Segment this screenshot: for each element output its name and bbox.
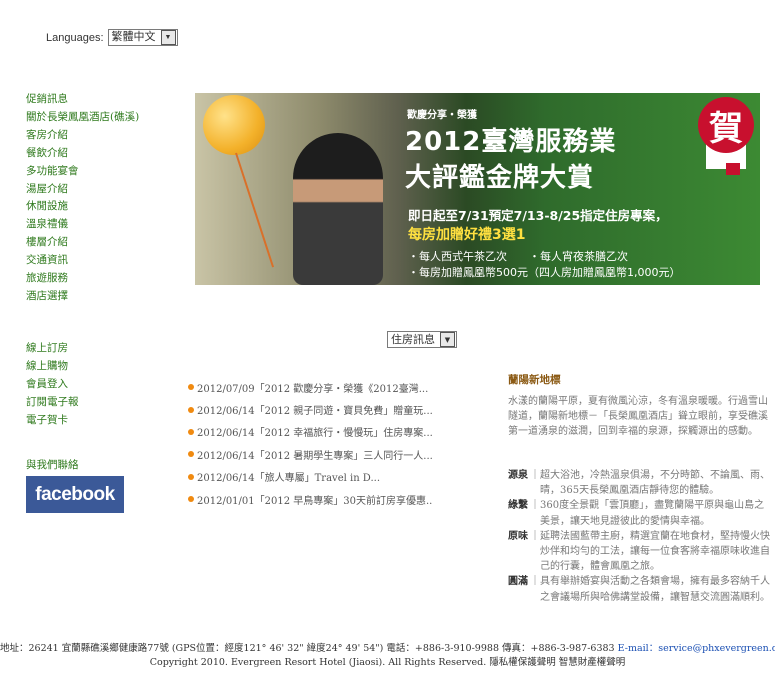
list-item[interactable]: 2012/07/09「2012 歡慶分享・榮獲《2012臺灣...: [188, 376, 433, 398]
feature-item: 圓滿｜具有舉辦婚宴與活動之各類會場，擁有最多容納千人之會議場所與哈佛講堂設備，讓…: [508, 574, 770, 604]
footer-address-text: 地址：26241 宜蘭縣礁溪鄉健康路77號 (GPS位置：經度121° 46' …: [0, 643, 615, 654]
feature-text: 超大浴池，冷熱溫泉俱湯，不分時節、不論風、雨、晴，365天長榮鳳凰酒店靜待您的體…: [540, 470, 770, 497]
bullet-icon: [188, 428, 194, 435]
banner-promo-line2: 每房加贈好禮3選1: [408, 227, 526, 243]
banner-title-line2: 大評鑑金牌大賞: [405, 163, 595, 193]
feature-item: 原味｜延聘法國藍帶主廚，精選宜蘭在地食材，堅持慢火快炒伴和均勻的工法，讓每一位食…: [508, 529, 770, 575]
chevron-down-icon[interactable]: ▼: [160, 30, 176, 45]
nav-item-online-booking[interactable]: 線上訂房: [26, 340, 79, 358]
badge-ribbon-tip: [726, 163, 740, 175]
feature-text: 具有舉辦婚宴與活動之各類會場，擁有最多容納千人之會議場所與哈佛講堂設備，讓智慧交…: [540, 576, 770, 603]
nav-item-transportation[interactable]: 交通資訊: [26, 252, 146, 270]
nav-item-hotel-selection[interactable]: 酒店選擇: [26, 288, 146, 306]
news-category: 住房訊息 ▼: [387, 328, 457, 348]
banner-bullet-line2: ・每房加贈鳳凰幣500元（四人房加贈鳳凰幣1,000元）: [408, 266, 681, 279]
facebook-logo-button[interactable]: facebook: [26, 476, 124, 513]
list-item[interactable]: 2012/01/01「2012 早鳥專案」30天前訂房享優惠...: [188, 488, 433, 510]
landmark-intro: 水漾的蘭陽平原，夏有微風沁涼，冬有溫泉暖暖。行過雪山隧道，蘭陽新地標－「長榮鳳凰…: [508, 396, 768, 438]
nav-item-rooms[interactable]: 客房介紹: [26, 127, 146, 145]
banner-title-line1: 2012臺灣服務業: [405, 127, 617, 157]
news-item-text[interactable]: 2012/01/01「2012 早鳥專案」30天前訂房享優惠...: [197, 492, 433, 507]
contact-us-link[interactable]: 與我們聯絡: [26, 457, 79, 472]
balloon-string: [235, 152, 275, 268]
language-selector: Languages: 繁體中文 ▼: [46, 29, 178, 46]
list-item[interactable]: 2012/06/14「2012 親子同遊・寶貝免費」贈童玩...: [188, 398, 433, 420]
news-item-text[interactable]: 2012/06/14「2012 幸福旅行・慢慢玩」住房專案...: [197, 424, 433, 439]
banner-promo-line1: 即日起至7/31預定7/13-8/25指定住房專案，: [408, 208, 668, 223]
feature-key: 圓滿: [508, 576, 528, 588]
list-item[interactable]: 2012/06/14「旅人專屬」Travel in D...: [188, 466, 433, 488]
feature-text: 360度全景觀「雲頂廳」，盡覽蘭陽平原與龜山島之美景，讓天地見證彼此的愛情與幸福…: [540, 500, 765, 527]
main-nav: 促銷訊息 關於長榮鳳凰酒店(礁溪) 客房介紹 餐飲介紹 多功能宴會 湯屋介紹 休…: [26, 91, 146, 306]
news-item-text[interactable]: 2012/06/14「旅人專屬」Travel in D...: [197, 469, 380, 484]
chevron-down-icon[interactable]: ▼: [440, 332, 455, 347]
feature-key: 源泉: [508, 470, 528, 481]
language-select-value: 繁體中文: [111, 31, 156, 43]
nav-item-dining[interactable]: 餐飲介紹: [26, 145, 146, 163]
footer-email-link[interactable]: service@phxevergreen.com.tw: [658, 643, 775, 654]
footer-email-label: E-mail：: [617, 643, 659, 654]
nav-item-travel-services[interactable]: 旅遊服務: [26, 270, 146, 288]
news-item-text[interactable]: 2012/06/14「2012 親子同遊・寶貝免費」贈童玩...: [197, 402, 433, 417]
news-list: 2012/07/09「2012 歡慶分享・榮獲《2012臺灣... 2012/0…: [188, 376, 433, 510]
banner-subtitle: 歡慶分享・榮獲: [407, 110, 477, 121]
promo-banner[interactable]: 歡慶分享・榮獲 2012臺灣服務業 大評鑑金牌大賞 即日起至7/31預定7/13…: [195, 93, 760, 285]
bullet-icon: [188, 473, 194, 480]
list-item[interactable]: 2012/06/14「2012 暑期學生專案」三人同行一人...: [188, 443, 433, 465]
languages-label: Languages:: [46, 31, 104, 44]
nav-item-hot-spring-etiquette[interactable]: 溫泉禮儀: [26, 216, 146, 234]
footer-copyright: Copyright 2010. Evergreen Resort Hotel (…: [149, 657, 626, 668]
feature-text: 延聘法國藍帶主廚，精選宜蘭在地食材，堅持慢火快炒伴和均勻的工法，讓每一位食客將幸…: [540, 530, 770, 573]
nav-item-ecard[interactable]: 電子賀卡: [26, 412, 79, 430]
news-item-text[interactable]: 2012/07/09「2012 歡慶分享・榮獲《2012臺灣...: [197, 380, 428, 395]
footer-address: 地址：26241 宜蘭縣礁溪鄉健康路77號 (GPS位置：經度121° 46' …: [0, 640, 775, 654]
feature-sep: ｜: [530, 576, 540, 588]
feature-item: 綠繫｜ 360度全景觀「雲頂廳」，盡覽蘭陽平原與龜山島之美景，讓天地見證彼此的愛情…: [508, 498, 770, 528]
nav-item-promotions[interactable]: 促銷訊息: [26, 91, 146, 109]
feature-item: 源泉｜超大浴池，冷熱溫泉俱湯，不分時節、不論風、雨、晴，365天長榮鳳凰酒店靜待…: [508, 468, 770, 498]
secondary-nav: 線上訂房 線上購物 會員登入 訂閱電子報 電子賀卡: [26, 340, 79, 430]
banner-person-image: [293, 133, 383, 285]
feature-sep: ｜: [530, 470, 540, 481]
banner-bullet-line1: ・每人西式午茶乙次 ・每人宵夜茶膳乙次: [408, 250, 628, 263]
nav-item-banquet[interactable]: 多功能宴會: [26, 163, 146, 181]
bullet-icon: [188, 496, 194, 503]
list-item[interactable]: 2012/06/14「2012 幸福旅行・慢慢玩」住房專案...: [188, 421, 433, 443]
balloon-image: [203, 95, 265, 155]
bullet-icon: [188, 406, 194, 413]
feature-sep: ｜: [530, 500, 540, 512]
nav-item-spa-rooms[interactable]: 湯屋介紹: [26, 181, 146, 199]
bullet-icon: [188, 384, 194, 391]
nav-item-newsletter[interactable]: 訂閱電子報: [26, 394, 79, 412]
nav-item-online-shopping[interactable]: 線上購物: [26, 358, 79, 376]
language-select[interactable]: 繁體中文 ▼: [107, 29, 178, 46]
bullet-icon: [188, 451, 194, 458]
news-item-text[interactable]: 2012/06/14「2012 暑期學生專案」三人同行一人...: [197, 447, 433, 462]
feature-sep: ｜: [530, 530, 540, 542]
news-category-value: 住房訊息: [391, 333, 435, 346]
feature-key: 綠繫: [508, 500, 528, 512]
landmark-title: 蘭陽新地標: [508, 374, 561, 386]
nav-item-about[interactable]: 關於長榮鳳凰酒店(礁溪): [26, 109, 146, 127]
nav-item-leisure[interactable]: 休閒設施: [26, 198, 146, 216]
news-category-select[interactable]: 住房訊息 ▼: [387, 331, 457, 348]
nav-item-member-login[interactable]: 會員登入: [26, 376, 79, 394]
feature-list: 源泉｜超大浴池，冷熱溫泉俱湯，不分時節、不論風、雨、晴，365天長榮鳳凰酒店靜待…: [508, 468, 770, 605]
nav-item-floors[interactable]: 樓層介紹: [26, 234, 146, 252]
feature-key: 原味: [508, 530, 528, 542]
congratulations-badge: 賀: [698, 97, 754, 153]
